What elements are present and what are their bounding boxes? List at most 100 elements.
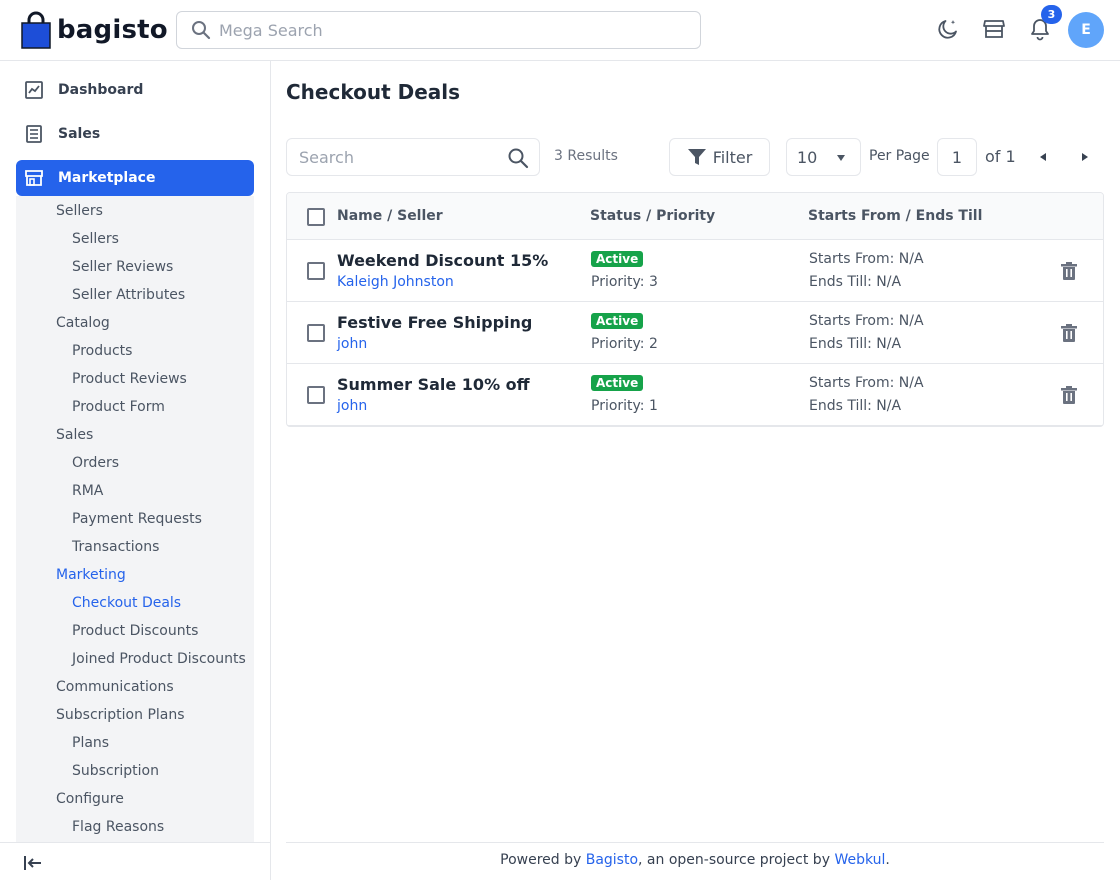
sidebar: Dashboard Sales Marketplace Sellers Sell… xyxy=(0,61,271,880)
submenu-product-form[interactable]: Product Form xyxy=(72,398,165,416)
deal-name: Festive Free Shipping xyxy=(337,313,533,332)
delete-button[interactable] xyxy=(1058,322,1080,344)
trash-icon xyxy=(1061,324,1077,342)
filter-label: Filter xyxy=(712,147,753,167)
delete-button[interactable] xyxy=(1058,260,1080,282)
priority-text: Priority: 1 xyxy=(591,398,658,414)
submenu-joined-product-discounts[interactable]: Joined Product Discounts xyxy=(72,650,246,668)
per-page-value: 10 xyxy=(797,147,818,167)
marketplace-icon xyxy=(25,170,43,186)
webkul-link[interactable]: Webkul xyxy=(834,852,885,868)
bagisto-link[interactable]: Bagisto xyxy=(586,852,638,868)
column-header-name-seller[interactable]: Name / Seller xyxy=(337,208,443,224)
submenu-sales[interactable]: Sales xyxy=(56,426,93,444)
submenu-products[interactable]: Products xyxy=(72,342,132,360)
deal-name: Summer Sale 10% off xyxy=(337,375,530,394)
prev-page-button[interactable] xyxy=(1035,149,1051,165)
sidebar-item-label: Marketplace xyxy=(58,170,156,186)
seller-link[interactable]: Kaleigh Johnston xyxy=(337,274,454,290)
starts-from-text: Starts From: N/A xyxy=(809,313,924,329)
collapse-left-icon xyxy=(24,856,41,870)
notification-count-badge: 3 xyxy=(1041,5,1062,24)
starts-from-text: Starts From: N/A xyxy=(809,251,924,267)
submenu-marketing[interactable]: Marketing xyxy=(56,566,126,584)
search-icon xyxy=(192,21,211,40)
sidebar-item-dashboard[interactable]: Dashboard xyxy=(16,72,254,108)
dark-mode-toggle[interactable] xyxy=(935,16,961,42)
sidebar-item-label: Dashboard xyxy=(58,82,144,98)
datagrid-search-input[interactable] xyxy=(299,147,499,167)
submenu-seller-attributes[interactable]: Seller Attributes xyxy=(72,286,185,304)
sales-icon xyxy=(26,125,42,143)
mega-search-box[interactable] xyxy=(176,11,701,49)
submenu-subscription-plans[interactable]: Subscription Plans xyxy=(56,706,185,724)
per-page-select[interactable]: 10 xyxy=(786,138,861,176)
page-total: of 1 xyxy=(985,147,1016,166)
footer-prefix: Powered by xyxy=(500,852,586,868)
search-icon[interactable] xyxy=(507,147,529,169)
footer-divider xyxy=(286,842,1104,843)
submenu-configure[interactable]: Configure xyxy=(56,790,124,808)
submenu-sellers[interactable]: Sellers xyxy=(56,202,103,220)
filter-icon xyxy=(687,149,706,165)
submenu-communications[interactable]: Communications xyxy=(56,678,174,696)
sidebar-item-sales[interactable]: Sales xyxy=(16,116,254,152)
storefront-button[interactable] xyxy=(981,16,1007,42)
results-count: 3 Results xyxy=(554,148,618,164)
sidebar-item-marketplace[interactable]: Marketplace xyxy=(16,160,254,196)
table-header: Name / Seller Status / Priority Starts F… xyxy=(287,193,1103,240)
filter-button[interactable]: Filter xyxy=(669,138,770,176)
collapse-sidebar-button[interactable] xyxy=(22,852,44,874)
footer-middle: , an open-source project by xyxy=(638,852,835,868)
row-checkbox[interactable] xyxy=(307,386,325,404)
submenu-plans[interactable]: Plans xyxy=(72,734,109,752)
submenu-product-reviews[interactable]: Product Reviews xyxy=(72,370,187,388)
deal-name: Weekend Discount 15% xyxy=(337,251,549,270)
mega-search-input[interactable] xyxy=(219,20,669,40)
submenu-sellers-list[interactable]: Sellers xyxy=(72,230,119,248)
submenu-product-discounts[interactable]: Product Discounts xyxy=(72,622,198,640)
page-footer: Powered by Bagisto, an open-source proje… xyxy=(286,852,1104,868)
row-checkbox[interactable] xyxy=(307,324,325,342)
row-checkbox[interactable] xyxy=(307,262,325,280)
top-header: bagisto 3 E xyxy=(0,0,1120,61)
sidebar-footer xyxy=(0,842,270,880)
marketplace-submenu: Sellers Sellers Seller Reviews Seller At… xyxy=(16,196,254,842)
submenu-subscription[interactable]: Subscription xyxy=(72,762,159,780)
submenu-flag-reasons[interactable]: Flag Reasons xyxy=(72,818,164,836)
submenu-payment-requests[interactable]: Payment Requests xyxy=(72,510,202,528)
status-badge: Active xyxy=(591,251,644,267)
table-row: Summer Sale 10% off john Active Priority… xyxy=(287,364,1103,426)
datagrid-search-box[interactable] xyxy=(286,138,540,176)
current-page-input[interactable]: 1 xyxy=(937,138,977,176)
next-page-button[interactable] xyxy=(1077,149,1093,165)
priority-text: Priority: 3 xyxy=(591,274,658,290)
per-page-label: Per Page xyxy=(869,148,930,164)
select-all-checkbox[interactable] xyxy=(307,208,325,226)
submenu-catalog[interactable]: Catalog xyxy=(56,314,110,332)
user-avatar[interactable]: E xyxy=(1068,12,1104,48)
seller-link[interactable]: john xyxy=(337,336,367,352)
caret-down-icon xyxy=(837,155,845,161)
footer-suffix: . xyxy=(885,852,890,868)
bagisto-logo[interactable]: bagisto xyxy=(21,11,168,49)
caret-right-icon xyxy=(1082,153,1088,161)
table-row: Weekend Discount 15% Kaleigh Johnston Ac… xyxy=(287,240,1103,302)
submenu-seller-reviews[interactable]: Seller Reviews xyxy=(72,258,173,276)
shopping-bag-icon xyxy=(21,11,51,49)
delete-button[interactable] xyxy=(1058,384,1080,406)
status-badge: Active xyxy=(591,313,644,329)
column-header-status-priority[interactable]: Status / Priority xyxy=(590,208,715,224)
seller-link[interactable]: john xyxy=(337,398,367,414)
priority-text: Priority: 2 xyxy=(591,336,658,352)
sidebar-item-label: Sales xyxy=(58,126,101,142)
submenu-checkout-deals[interactable]: Checkout Deals xyxy=(72,594,181,612)
starts-from-text: Starts From: N/A xyxy=(809,375,924,391)
column-header-dates[interactable]: Starts From / Ends Till xyxy=(808,208,982,224)
logo-text: bagisto xyxy=(57,15,168,45)
submenu-orders[interactable]: Orders xyxy=(72,454,119,472)
submenu-rma[interactable]: RMA xyxy=(72,482,103,500)
ends-till-text: Ends Till: N/A xyxy=(809,398,902,414)
ends-till-text: Ends Till: N/A xyxy=(809,336,902,352)
submenu-transactions[interactable]: Transactions xyxy=(72,538,159,556)
